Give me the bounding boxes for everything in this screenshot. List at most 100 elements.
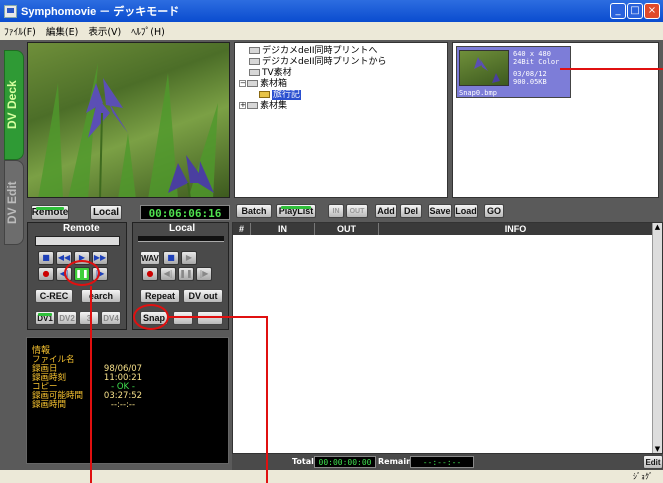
dv2-label: DV2 xyxy=(59,313,75,323)
stop-icon[interactable]: ■ xyxy=(38,251,54,265)
tree-item[interactable]: TV素材 xyxy=(237,68,445,79)
menu-file[interactable]: ﾌｧｲﾙ(F) xyxy=(4,24,36,38)
record-icon[interactable]: ● xyxy=(38,267,54,281)
edit-label: Edit xyxy=(645,457,661,467)
tab-dv-edit[interactable]: DV Edit xyxy=(4,160,24,245)
del-label: Del xyxy=(403,206,418,216)
snap-option-button[interactable] xyxy=(173,311,193,325)
load-label: Load xyxy=(455,206,477,216)
tree-item-label: 旅行記 xyxy=(272,90,302,100)
list-toolbar: Batch PlayList IN OUT Add Del Save Load … xyxy=(232,200,663,222)
status-bar: ｼﾞｮｸﾞ xyxy=(0,470,663,483)
col-out[interactable]: OUT xyxy=(315,223,379,235)
remain-label: Remain xyxy=(378,457,412,466)
remote-panel-label: Remote xyxy=(63,223,100,234)
menu-view[interactable]: 表示(V) xyxy=(88,24,121,38)
in-label: IN xyxy=(332,207,340,215)
repeat-label: Repeat xyxy=(144,291,175,301)
clip-list[interactable]: # IN OUT INFO ▲ ▼ xyxy=(232,222,663,454)
tree-item[interactable]: − 素材箱 xyxy=(237,79,445,90)
add-button[interactable]: Add xyxy=(375,204,397,218)
go-button[interactable]: GO xyxy=(484,204,504,218)
load-button[interactable]: Load xyxy=(454,204,478,218)
dv1-led xyxy=(37,313,53,316)
snap-callout-line-v xyxy=(266,316,268,483)
local-play-icon[interactable]: ▶ xyxy=(181,251,197,265)
scroll-up-icon[interactable]: ▲ xyxy=(653,223,662,231)
tree-item[interactable]: + 素材集 xyxy=(237,101,445,112)
dv1-button[interactable]: DV1 xyxy=(35,311,55,325)
maximize-button[interactable]: □ xyxy=(627,3,643,19)
folder-icon xyxy=(249,69,260,76)
menu-help[interactable]: ﾍﾙﾌﾟ(H) xyxy=(131,24,165,38)
remote-position-bar[interactable] xyxy=(35,236,120,246)
del-button[interactable]: Del xyxy=(400,204,422,218)
tree-item-selected[interactable]: 旅行記 xyxy=(237,90,445,101)
total-display: 00:00:00:00 xyxy=(314,456,376,468)
app-icon xyxy=(4,4,17,18)
repeat-button[interactable]: Repeat xyxy=(140,289,180,303)
edit-button[interactable]: Edit xyxy=(643,455,663,469)
thumbnail-image xyxy=(459,50,509,86)
open-folder-icon xyxy=(259,91,270,98)
folder-tree: デジカメdeII同時プリントへ デジカメdeII同時プリントから TV素材 − 素… xyxy=(234,42,448,198)
tree-item[interactable]: デジカメdeII同時プリントから xyxy=(237,57,445,68)
local-pause-icon[interactable]: ❚❚ xyxy=(178,267,194,281)
search-button[interactable]: earch xyxy=(81,289,121,303)
list-scrollbar[interactable]: ▲ ▼ xyxy=(652,223,662,453)
local-panel-label: Local xyxy=(169,223,196,234)
local-button-label: Local xyxy=(92,207,120,218)
local-stop-icon[interactable]: ■ xyxy=(163,251,179,265)
snap-option2-button[interactable] xyxy=(197,311,223,325)
video-preview xyxy=(27,42,230,198)
expand-icon[interactable]: + xyxy=(239,102,246,109)
minimize-button[interactable]: _ xyxy=(610,3,626,19)
thumb-filename: Snap0.bmp xyxy=(459,89,497,97)
close-button[interactable]: × xyxy=(644,3,660,19)
out-button[interactable]: OUT xyxy=(346,204,368,218)
remain-display: --:--:-- xyxy=(410,456,474,468)
col-in[interactable]: IN xyxy=(251,223,315,235)
dv2-button[interactable]: DV2 xyxy=(57,311,77,325)
thumbnail-meta: 640 x 480 24Bit Color 03/08/12 900.05KB xyxy=(513,50,559,86)
c-rec-button[interactable]: C-REC xyxy=(35,289,73,303)
collapse-icon[interactable]: − xyxy=(239,80,246,87)
dv-out-button[interactable]: DV out xyxy=(183,289,223,303)
tree-item[interactable]: デジカメdeII同時プリントへ xyxy=(237,46,445,57)
tree-item-label: デジカメdeII同時プリントへ xyxy=(262,46,378,56)
dv-out-label: DV out xyxy=(188,291,218,301)
tree-item-label: デジカメdeII同時プリントから xyxy=(262,57,387,67)
save-button[interactable]: Save xyxy=(428,204,452,218)
tab-dv-deck[interactable]: DV Deck xyxy=(4,50,24,160)
local-step-back-icon[interactable]: ◀| xyxy=(160,267,176,281)
iris-thumbnail-icon xyxy=(474,57,500,83)
dv4-button[interactable]: DV4 xyxy=(101,311,121,325)
batch-button[interactable]: Batch xyxy=(236,204,272,218)
pause-callout-line xyxy=(90,286,92,483)
local-button[interactable]: Local xyxy=(90,205,122,220)
info-label-rec-duration: 録画時間 xyxy=(32,400,67,410)
remote-button[interactable]: Remote xyxy=(31,205,69,220)
folder-icon xyxy=(247,80,258,87)
total-label: Total xyxy=(292,457,314,466)
info-labels: ファイル名 録画日 録画時刻 コピー 録画可能時間 録画時間 xyxy=(32,356,83,410)
folder-icon xyxy=(249,47,260,54)
local-step-forward-icon[interactable]: |▶ xyxy=(196,267,212,281)
in-button[interactable]: IN xyxy=(328,204,344,218)
dv3-button[interactable]: 3 xyxy=(79,311,99,325)
col-number[interactable]: # xyxy=(233,223,251,235)
title-bar: Symphomovie － デッキモード xyxy=(0,0,663,22)
thumbnail-callout-line xyxy=(560,68,663,70)
timecode-display: 00:06:06:16 xyxy=(140,205,230,220)
scroll-down-icon[interactable]: ▼ xyxy=(653,445,662,453)
wav-button[interactable]: WAV xyxy=(140,251,160,265)
local-position-bar[interactable] xyxy=(138,236,224,242)
col-info[interactable]: INFO xyxy=(379,223,653,235)
local-record-icon[interactable]: ● xyxy=(142,267,158,281)
bottom-bar: Total 00:00:00:00 Remain --:--:-- Edit xyxy=(232,454,663,470)
info-panel: 情報 ファイル名 録画日 録画時刻 コピー 録画可能時間 録画時間 98/06/… xyxy=(26,337,229,464)
playlist-button[interactable]: PlayList xyxy=(276,204,316,218)
folder-icon xyxy=(247,102,258,109)
menu-edit[interactable]: 編集(E) xyxy=(46,24,78,38)
snapshot-thumbnail[interactable]: 640 x 480 24Bit Color 03/08/12 900.05KB … xyxy=(456,46,571,98)
